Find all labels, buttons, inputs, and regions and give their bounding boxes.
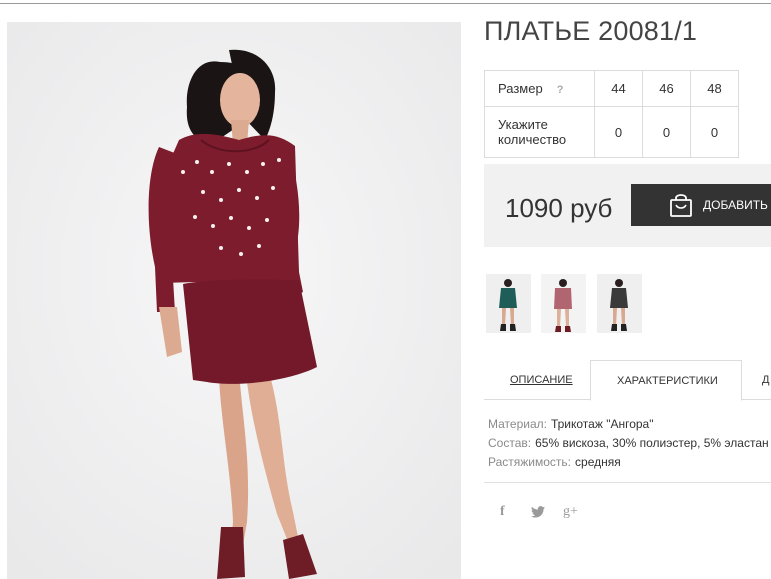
product-main-photo[interactable]	[7, 22, 461, 579]
share-divider	[484, 482, 771, 483]
model-illustration	[7, 22, 461, 579]
quantity-row: Укажите количество 0 0 0	[484, 106, 739, 158]
size-quantity-table: Размер? 44 46 48 Укажите количество 0 0 …	[484, 70, 739, 158]
size-44[interactable]: 44	[594, 70, 643, 107]
quantity-input-48[interactable]: 0	[690, 106, 739, 158]
tab-description[interactable]: ОПИСАНИЕ	[484, 360, 590, 400]
characteristic-row: Материал: Трикотаж "Ангора"	[488, 415, 769, 434]
characteristic-key: Состав:	[488, 436, 532, 450]
thumbnail-dark-grey[interactable]	[597, 274, 642, 333]
thumbnail-burgundy[interactable]	[541, 274, 586, 333]
facebook-icon[interactable]: f	[500, 504, 505, 520]
twitter-icon[interactable]	[531, 505, 545, 521]
characteristic-value: средняя	[575, 455, 621, 469]
product-title: ПЛАТЬЕ 20081/1	[484, 16, 698, 46]
characteristic-value: 65% вискоза, 30% полиэстер, 5% эластан	[535, 436, 769, 450]
google-plus-icon[interactable]: g+	[563, 504, 578, 520]
characteristic-key: Растяжимость:	[488, 455, 572, 469]
characteristic-row: Состав: 65% вискоза, 30% полиэстер, 5% эл…	[488, 434, 769, 453]
size-48[interactable]: 48	[690, 70, 739, 107]
characteristic-key: Материал:	[488, 417, 547, 431]
add-to-cart-button[interactable]: ДОБАВИТЬ В	[631, 184, 771, 226]
size-row: Размер? 44 46 48	[484, 70, 739, 107]
size-46[interactable]: 46	[642, 70, 691, 107]
quantity-input-46[interactable]: 0	[642, 106, 691, 158]
tab-more-label: Д	[762, 374, 770, 386]
characteristic-value: Трикотаж "Ангора"	[550, 417, 654, 431]
quantity-input-44[interactable]: 0	[594, 106, 643, 158]
thumbnail-dark-grey-image	[597, 274, 642, 333]
tab-more[interactable]: Д	[742, 360, 771, 400]
size-label-cell: Размер?	[484, 70, 595, 107]
thumbnail-green[interactable]	[486, 274, 531, 333]
characteristic-row: Растяжимость: средняя	[488, 453, 769, 472]
price-bar: 1090 руб ДОБАВИТЬ В	[484, 164, 771, 247]
tab-characteristics-label: ХАРАКТЕРИСТИКИ	[617, 375, 718, 387]
shopping-bag-icon	[670, 194, 692, 217]
quantity-label: Укажите количество	[484, 106, 595, 158]
twitter-bird-icon	[531, 506, 545, 518]
thumbnail-burgundy-image	[541, 274, 586, 333]
product-price: 1090 руб	[505, 193, 613, 223]
add-to-cart-label: ДОБАВИТЬ В	[703, 198, 771, 212]
characteristics-list: Материал: Трикотаж "Ангора" Состав: 65% ви…	[488, 415, 769, 472]
help-icon[interactable]: ?	[557, 84, 564, 96]
tab-characteristics[interactable]: ХАРАКТЕРИСТИКИ	[590, 360, 742, 401]
thumbnail-green-image	[486, 274, 531, 333]
top-divider	[0, 3, 771, 4]
tab-description-label: ОПИСАНИЕ	[510, 374, 573, 386]
quantity-label-text: Укажите количество	[498, 117, 567, 147]
size-label: Размер	[498, 81, 543, 96]
